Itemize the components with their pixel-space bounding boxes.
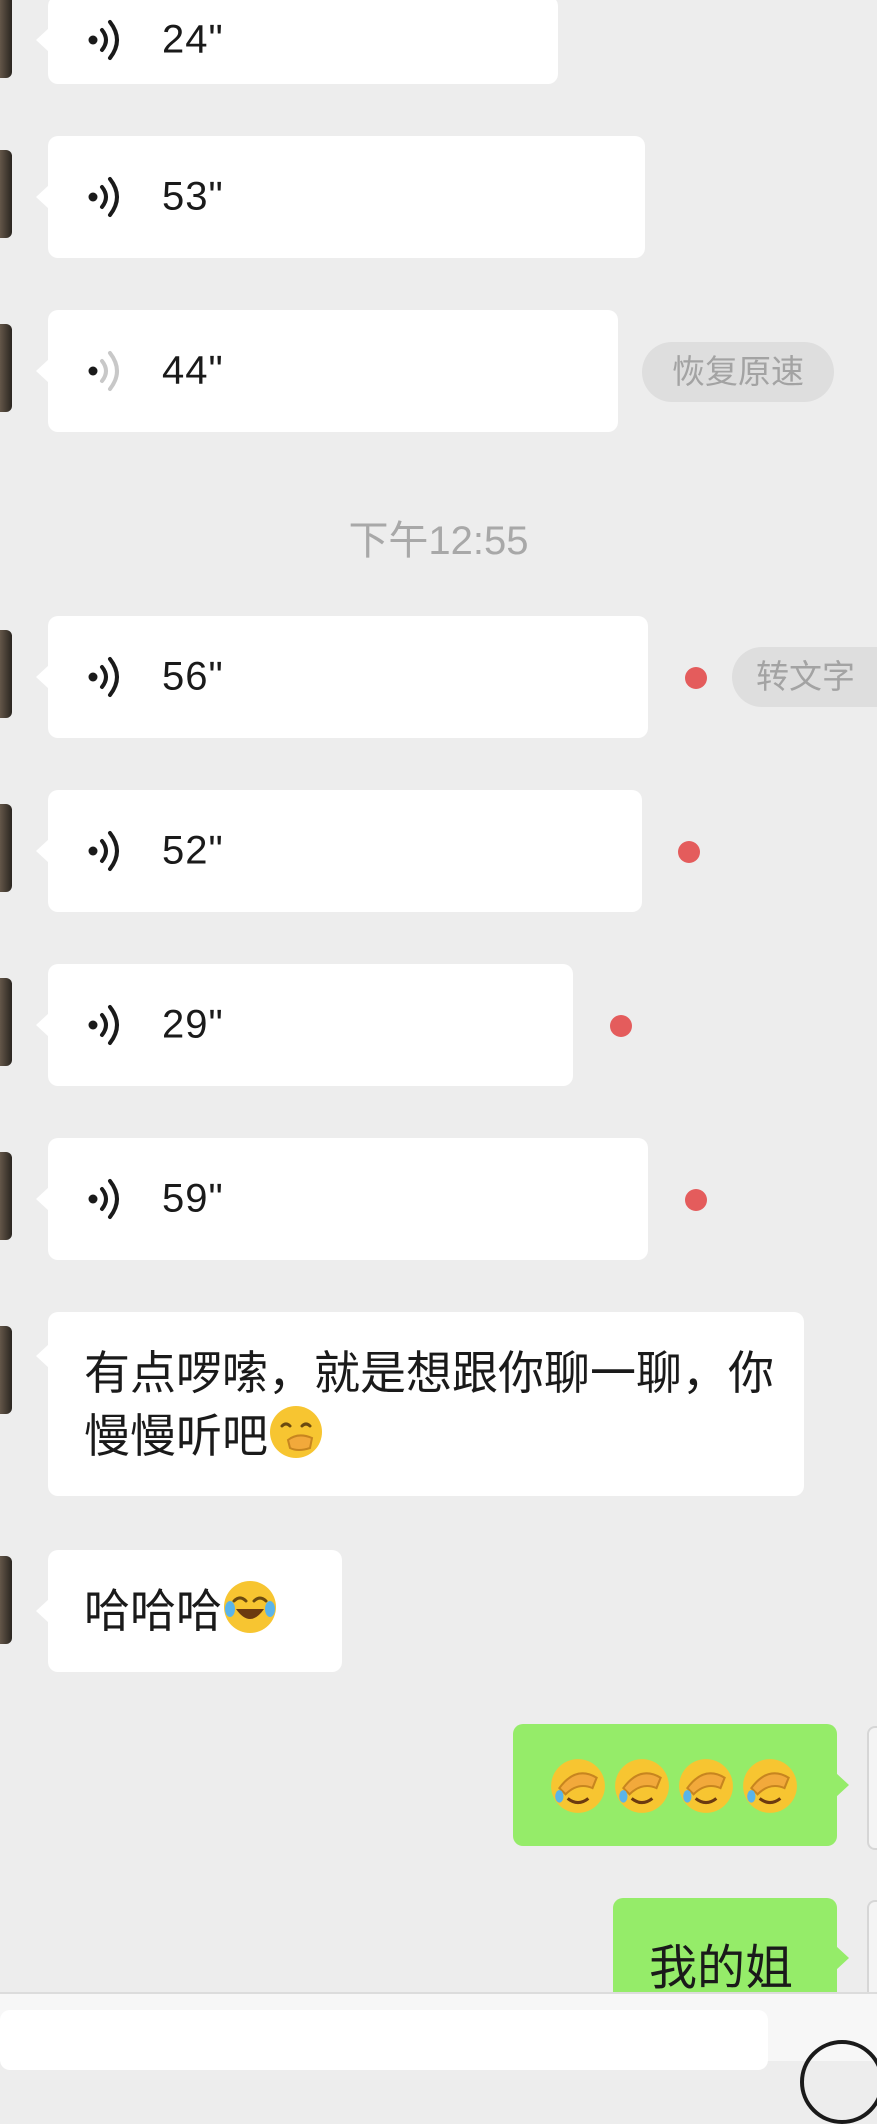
voice-duration: 56"	[162, 654, 224, 699]
voice-message[interactable]: 24"	[36, 0, 558, 84]
voice-wave-icon	[86, 1003, 126, 1047]
my-avatar[interactable]	[867, 1726, 877, 1850]
voice-message-playing[interactable]: 44"	[36, 310, 618, 432]
outgoing-emoji-message[interactable]	[513, 1724, 849, 1846]
voice-duration: 59"	[162, 1176, 224, 1221]
voice-message[interactable]: 56"	[36, 616, 648, 738]
voice-message[interactable]: 53"	[36, 136, 645, 258]
facepalm-emoji	[743, 1759, 797, 1813]
voice-duration: 44"	[162, 348, 224, 393]
contact-avatar[interactable]	[0, 630, 12, 718]
voice-message[interactable]: 52"	[36, 790, 642, 912]
to-text-button[interactable]: 转文字	[732, 647, 877, 707]
voice-wave-icon	[86, 349, 126, 393]
facepalm-emoji	[615, 1759, 669, 1813]
voice-duration: 24"	[162, 17, 224, 62]
voice-wave-icon	[86, 829, 126, 873]
message-text: 我的姐	[649, 1942, 794, 1995]
unread-dot-icon	[685, 1189, 707, 1211]
contact-avatar[interactable]	[0, 324, 12, 412]
facepalm-emoji-row	[549, 1757, 799, 1815]
voice-duration: 52"	[162, 828, 224, 873]
unread-dot-icon	[685, 667, 707, 689]
contact-avatar[interactable]	[0, 0, 12, 78]
contact-avatar[interactable]	[0, 1326, 12, 1414]
voice-wave-icon	[86, 175, 126, 219]
facepalm-emoji	[551, 1759, 605, 1813]
contact-avatar[interactable]	[0, 150, 12, 238]
voice-toggle-icon[interactable]	[800, 2040, 877, 2124]
voice-wave-icon	[86, 655, 126, 699]
voice-wave-icon	[86, 1177, 126, 1221]
unread-dot-icon	[678, 841, 700, 863]
voice-wave-icon	[86, 18, 126, 62]
tears-of-joy-emoji	[224, 1581, 276, 1633]
text-message[interactable]: 哈哈哈	[36, 1550, 342, 1672]
input-bar	[0, 1992, 877, 2124]
voice-message[interactable]: 29"	[36, 964, 573, 1086]
unread-dot-icon	[610, 1015, 632, 1037]
message-input[interactable]	[0, 2010, 768, 2070]
chat-timestamp: 下午12:55	[348, 519, 529, 563]
facepalm-emoji	[679, 1759, 733, 1813]
text-message[interactable]: 有点啰嗦，就是想跟你聊一聊，你慢慢听吧	[36, 1312, 804, 1496]
contact-avatar[interactable]	[0, 1556, 12, 1644]
message-text: 有点啰嗦，就是想跟你聊一聊，你慢慢听吧	[84, 1347, 774, 1462]
contact-avatar[interactable]	[0, 1152, 12, 1240]
voice-duration: 29"	[162, 1002, 224, 1047]
contact-avatar[interactable]	[0, 978, 12, 1066]
contact-avatar[interactable]	[0, 804, 12, 892]
hand-over-mouth-emoji	[270, 1406, 322, 1458]
message-text: 哈哈哈	[84, 1579, 312, 1642]
restore-speed-button[interactable]: 恢复原速	[642, 342, 834, 402]
voice-message[interactable]: 59"	[36, 1138, 648, 1260]
voice-duration: 53"	[162, 174, 224, 219]
